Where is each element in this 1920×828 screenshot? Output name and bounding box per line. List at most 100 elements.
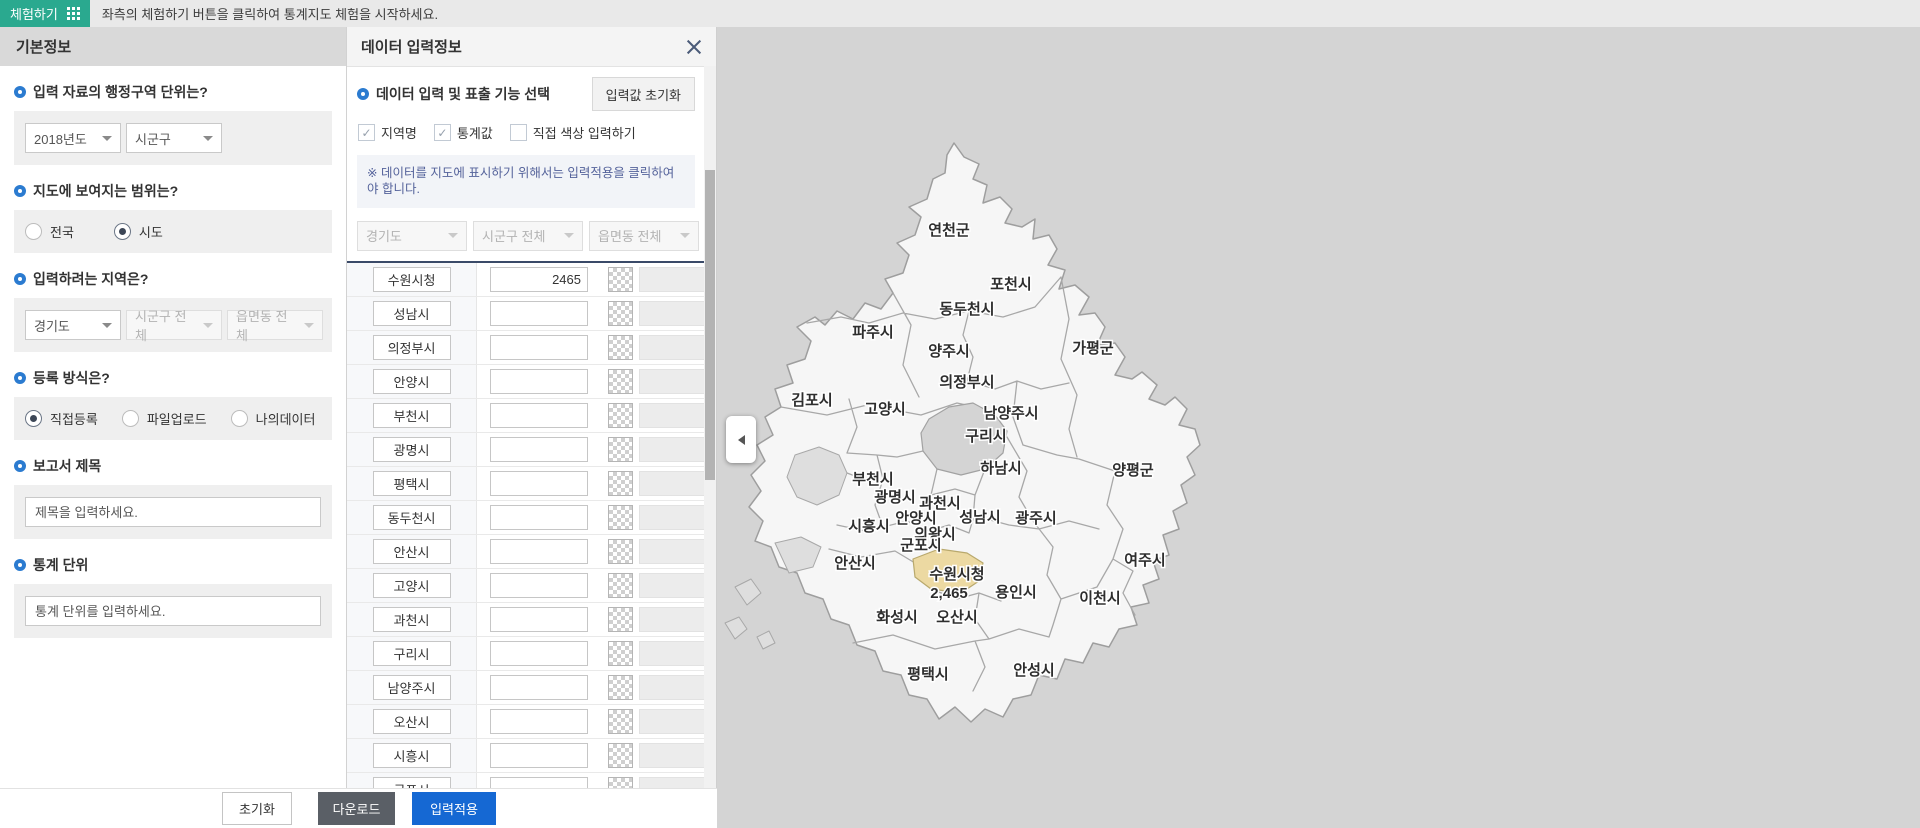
region-value-input[interactable] [490,403,588,428]
color-picker-swatch[interactable] [608,675,633,700]
question-method: 등록 방식은? [14,368,332,388]
map-region-label: 용인시 [995,583,1036,601]
color-picker-swatch[interactable] [608,267,633,292]
color-picker-swatch[interactable] [608,709,633,734]
color-picker-swatch[interactable] [608,539,633,564]
apply-button[interactable]: 입력적용 [412,792,496,825]
year-select[interactable]: 2018년도 [25,123,121,153]
region-value-input[interactable] [490,505,588,530]
region-value-input[interactable] [490,641,588,666]
color-picker-swatch[interactable] [608,777,633,788]
region-name-input[interactable] [372,471,451,496]
color-picker-swatch[interactable] [608,437,633,462]
color-picker-swatch[interactable] [608,573,633,598]
region-name-input[interactable] [372,505,451,530]
map-region-label: 성남시 [959,508,1000,526]
map-region-label: 부천시 [852,470,893,488]
region-value-input[interactable] [490,301,588,326]
region-value-input[interactable] [490,369,588,394]
table-row [347,705,705,739]
download-button[interactable]: 다운로드 [318,792,395,825]
province-select[interactable]: 경기도 [25,310,121,340]
map-region-label: 여주시 [1124,552,1165,569]
map-region-label: 수원시청 [929,566,984,583]
checkbox-stat-value[interactable]: 통계값 [433,123,493,142]
scrollbar-thumb[interactable] [705,170,715,480]
map-region-label: 연천군 [928,221,970,239]
region-name-input[interactable] [372,607,451,632]
try-button[interactable]: 체험하기 [0,0,90,27]
color-picker-swatch[interactable] [608,505,633,530]
region-name-input[interactable] [372,675,451,700]
color-picker-swatch[interactable] [608,369,633,394]
panel-scrollbar[interactable] [704,66,716,788]
question-region: 입력하려는 지역은? [14,269,332,289]
region-name-input[interactable] [372,641,451,666]
map-area[interactable]: 연천군 포천시 동두천시 파주시 양주시 가평군 의정부시 김포시 고양시 남양주시 구리시 하남시 양… [717,27,1920,828]
region-name-cell [347,365,477,398]
eupmyeondong-select: 읍면동 전체 [227,309,323,343]
region-name-cell [347,569,477,602]
region-name-input[interactable] [372,335,451,360]
color-picker-swatch[interactable] [608,607,633,632]
region-name-input[interactable] [372,777,451,788]
color-value-box [639,301,705,326]
color-picker-swatch[interactable] [608,335,633,360]
region-value-input[interactable] [490,267,588,292]
color-value-box [639,437,705,462]
map-region-label: 안양시 [895,509,936,527]
checkbox-direct-color[interactable]: 직접 색상 입력하기 [509,123,636,142]
region-value-input[interactable] [490,539,588,564]
color-picker-swatch[interactable] [608,743,633,768]
color-picker-swatch[interactable] [608,301,633,326]
top-bar-message: 좌측의 체험하기 버튼을 클릭하여 통계지도 체험을 시작하세요. [101,7,439,22]
question-map-scope: 지도에 보여지는 범위는? [14,181,332,201]
region-value-input[interactable] [490,777,588,788]
region-name-input[interactable] [372,709,451,734]
checkbox-region-name[interactable]: 지역명 [358,123,417,142]
region-value-input[interactable] [490,471,588,496]
region-value-input[interactable] [490,437,588,462]
color-picker-swatch[interactable] [608,403,633,428]
method-radio-fileupload[interactable]: 파일업로드 [121,409,207,428]
region-name-input[interactable] [372,743,451,768]
method-radio-mydata[interactable]: 나의데이터 [230,409,315,428]
scope-radio-nationwide[interactable]: 전국 [25,222,74,241]
method-radio-direct[interactable]: 직접등록 [25,409,98,428]
region-name-input[interactable] [372,539,451,564]
region-value-input[interactable] [490,743,588,768]
checkbox-icon [358,124,375,141]
region-value-input[interactable] [490,573,588,598]
data-panel-title: 데이터 입력정보 [361,39,462,56]
region-name-input[interactable] [372,301,451,326]
region-name-input[interactable] [372,437,451,462]
reset-values-button[interactable]: 입력값 초기화 [591,77,695,111]
color-value-box [639,505,705,530]
color-value-box [639,675,705,700]
region-name-cell [347,739,477,772]
bullet-icon [14,559,26,571]
region-value-input[interactable] [490,709,588,734]
scope-radio-sido[interactable]: 시도 [113,222,163,241]
region-data-table [347,261,705,788]
region-value-input[interactable] [490,675,588,700]
region-name-input[interactable] [372,403,451,428]
map-region-label: 군포시 [900,537,941,554]
region-name-input[interactable] [372,267,451,292]
admin-unit-select[interactable]: 시군구 [126,123,222,153]
color-picker-swatch[interactable] [608,641,633,666]
region-name-input[interactable] [372,369,451,394]
region-name-cell [347,399,477,432]
region-value-input[interactable] [490,335,588,360]
region-value-input[interactable] [490,607,588,632]
reset-button[interactable]: 초기화 [222,792,292,825]
region-name-input[interactable] [372,573,451,598]
chevron-down-icon [203,322,213,328]
stat-unit-input[interactable] [25,596,321,626]
panel-collapse-handle[interactable] [726,416,756,463]
question-admin-unit: 입력 자료의 행정구역 단위는? [14,82,332,102]
color-picker-swatch[interactable] [608,471,633,496]
close-icon[interactable] [686,39,702,55]
report-title-input[interactable] [25,497,321,527]
top-bar: 체험하기 좌측의 체험하기 버튼을 클릭하여 통계지도 체험을 시작하세요. [0,0,1920,27]
